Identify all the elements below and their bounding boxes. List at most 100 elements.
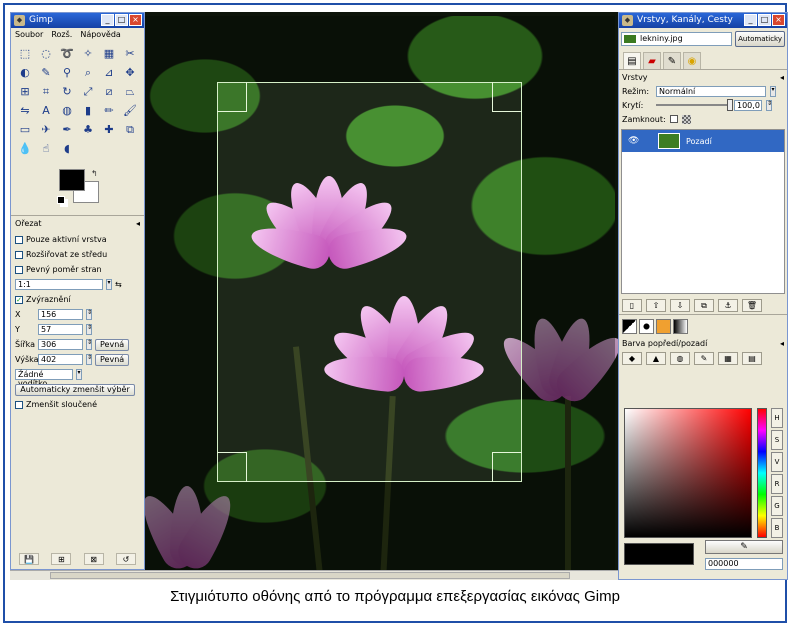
options-menu-icon[interactable]: ◂: [136, 219, 140, 228]
guides-select[interactable]: Žádné vodítko: [15, 369, 73, 388]
opacity-slider-handle[interactable]: [727, 99, 733, 111]
auto-shrink-button[interactable]: Automaticky zmenšit výběr: [15, 383, 135, 396]
bucket-fill-icon[interactable]: ◍: [59, 103, 75, 119]
scale-icon[interactable]: ⤢: [80, 84, 96, 100]
tab-pattern-icon[interactable]: [656, 319, 671, 334]
channel-g-button[interactable]: G: [771, 496, 783, 516]
tab-layers-icon[interactable]: ▤: [623, 52, 641, 69]
portrait-landscape-icon[interactable]: ⇆: [115, 280, 122, 289]
height-spinner[interactable]: ⇕: [86, 354, 92, 365]
crop-rectangle[interactable]: [217, 82, 522, 482]
swap-colors-icon[interactable]: ↰: [91, 169, 98, 178]
toolbox-title-bar[interactable]: ◆ Gimp _ □ ×: [11, 13, 144, 28]
dodge-burn-icon[interactable]: ◖: [59, 141, 75, 157]
layer-name[interactable]: Pozadí: [686, 137, 712, 146]
height-field[interactable]: 402: [38, 354, 83, 365]
checkbox-checked[interactable]: ✓: [15, 295, 23, 304]
mode-dropdown-icon[interactable]: ▾: [770, 85, 776, 97]
menu-file[interactable]: Soubor: [15, 30, 43, 40]
close-button[interactable]: ×: [772, 14, 785, 26]
delete-options-icon[interactable]: ⊠: [83, 553, 104, 565]
paintbrush-icon[interactable]: 🖌: [122, 103, 138, 119]
text-icon[interactable]: A: [38, 103, 54, 119]
scrollbar-thumb[interactable]: [50, 572, 570, 579]
palette-selector-icon[interactable]: ▤: [742, 352, 762, 365]
gimp-selector-icon[interactable]: ◆: [622, 352, 642, 365]
move-icon[interactable]: ✥: [122, 65, 138, 81]
channel-b-button[interactable]: B: [771, 518, 783, 538]
smudge-icon[interactable]: ☝: [38, 141, 54, 157]
paths-icon[interactable]: ✎: [38, 65, 54, 81]
crop-handle-bottom-right[interactable]: [492, 452, 522, 482]
tab-channels-icon[interactable]: ▰: [643, 52, 661, 69]
aspect-menu-button[interactable]: ▾: [106, 279, 112, 290]
triangle-selector-icon[interactable]: ◍: [670, 352, 690, 365]
tab-brush-icon[interactable]: [639, 319, 654, 334]
ellipse-select-icon[interactable]: ◌: [38, 46, 54, 62]
align-icon[interactable]: ⊞: [17, 84, 33, 100]
reset-options-icon[interactable]: ↺: [115, 553, 136, 565]
only-active-layer-row[interactable]: Pouze aktivní vrstva: [15, 232, 140, 247]
minimize-button[interactable]: _: [744, 14, 757, 26]
heal-icon[interactable]: ✚: [101, 122, 117, 138]
fixed-aspect-row[interactable]: Pevný poměr stran: [15, 262, 140, 277]
eraser-icon[interactable]: ▭: [17, 122, 33, 138]
default-colors-icon[interactable]: [57, 196, 65, 204]
guides-dropdown-icon[interactable]: ▾: [76, 369, 82, 380]
scissors-select-icon[interactable]: ✂: [122, 46, 138, 62]
crop-handle-top-right[interactable]: [492, 82, 522, 112]
color-picker-icon[interactable]: ⚲: [59, 65, 75, 81]
scales-selector-icon[interactable]: ▦: [718, 352, 738, 365]
save-options-icon[interactable]: 💾: [19, 553, 39, 565]
airbrush-icon[interactable]: ✈: [38, 122, 54, 138]
close-button[interactable]: ×: [129, 14, 142, 26]
hex-color-field[interactable]: 000000: [705, 558, 783, 570]
image-canvas[interactable]: [132, 16, 631, 577]
tab-fgbg-icon[interactable]: [622, 319, 637, 334]
fixed-width-button[interactable]: Pevná: [95, 338, 130, 351]
crop-handle-top-left[interactable]: [217, 82, 247, 112]
hue-strip[interactable]: [757, 408, 767, 538]
y-spinner[interactable]: ⇕: [86, 324, 92, 335]
opacity-spinner[interactable]: ⇕: [766, 99, 772, 111]
width-spinner[interactable]: ⇕: [86, 339, 92, 350]
foreground-select-icon[interactable]: ◐: [17, 65, 33, 81]
raise-layer-icon[interactable]: ⇧: [646, 299, 666, 312]
image-select[interactable]: lekniny.jpg: [621, 32, 733, 46]
lasso-icon[interactable]: ➰: [59, 46, 75, 62]
auto-button[interactable]: Automaticky: [735, 31, 785, 47]
color-saturation-field[interactable]: [624, 408, 752, 538]
measure-icon[interactable]: ⊿: [101, 65, 117, 81]
watercolor-selector-icon[interactable]: ✎: [694, 352, 714, 365]
blend-icon[interactable]: ▮: [80, 103, 96, 119]
rect-select-icon[interactable]: ⬚: [17, 46, 33, 62]
crop-handle-bottom-left[interactable]: [217, 452, 247, 482]
x-spinner[interactable]: ⇕: [86, 309, 92, 320]
tab-gradient-icon[interactable]: [673, 319, 688, 334]
dock-title-bar[interactable]: ◆ Vrstvy, Kanály, Cesty _ □ ×: [619, 13, 787, 28]
flip-icon[interactable]: ⇋: [17, 103, 33, 119]
cmyk-selector-icon[interactable]: ▲: [646, 352, 666, 365]
maximize-button[interactable]: □: [115, 14, 128, 26]
channel-h-button[interactable]: H: [771, 408, 783, 428]
new-layer-icon[interactable]: ▯: [622, 299, 642, 312]
shear-icon[interactable]: ⧄: [101, 84, 117, 100]
panel-menu-icon[interactable]: ◂: [780, 73, 784, 82]
lock-alpha-checkbox[interactable]: [669, 115, 678, 123]
blur-icon[interactable]: 💧: [17, 141, 33, 157]
x-field[interactable]: 156: [38, 309, 83, 320]
layer-row[interactable]: 👁 Pozadí: [622, 130, 784, 152]
checkbox[interactable]: [15, 250, 23, 259]
checkbox[interactable]: [15, 265, 23, 274]
zoom-icon[interactable]: ⌕: [80, 65, 96, 81]
menu-help[interactable]: Nápověda: [80, 30, 121, 40]
horizontal-scrollbar[interactable]: [10, 570, 618, 580]
color-picker-button[interactable]: ✎: [705, 540, 783, 554]
maximize-button[interactable]: □: [758, 14, 771, 26]
restore-options-icon[interactable]: ⊞: [51, 553, 72, 565]
foreground-color-swatch[interactable]: [59, 169, 85, 191]
minimize-button[interactable]: _: [101, 14, 114, 26]
delete-layer-icon[interactable]: 🗑: [742, 299, 762, 312]
channel-v-button[interactable]: V: [771, 452, 783, 472]
crop-icon[interactable]: ⌗: [38, 84, 54, 100]
